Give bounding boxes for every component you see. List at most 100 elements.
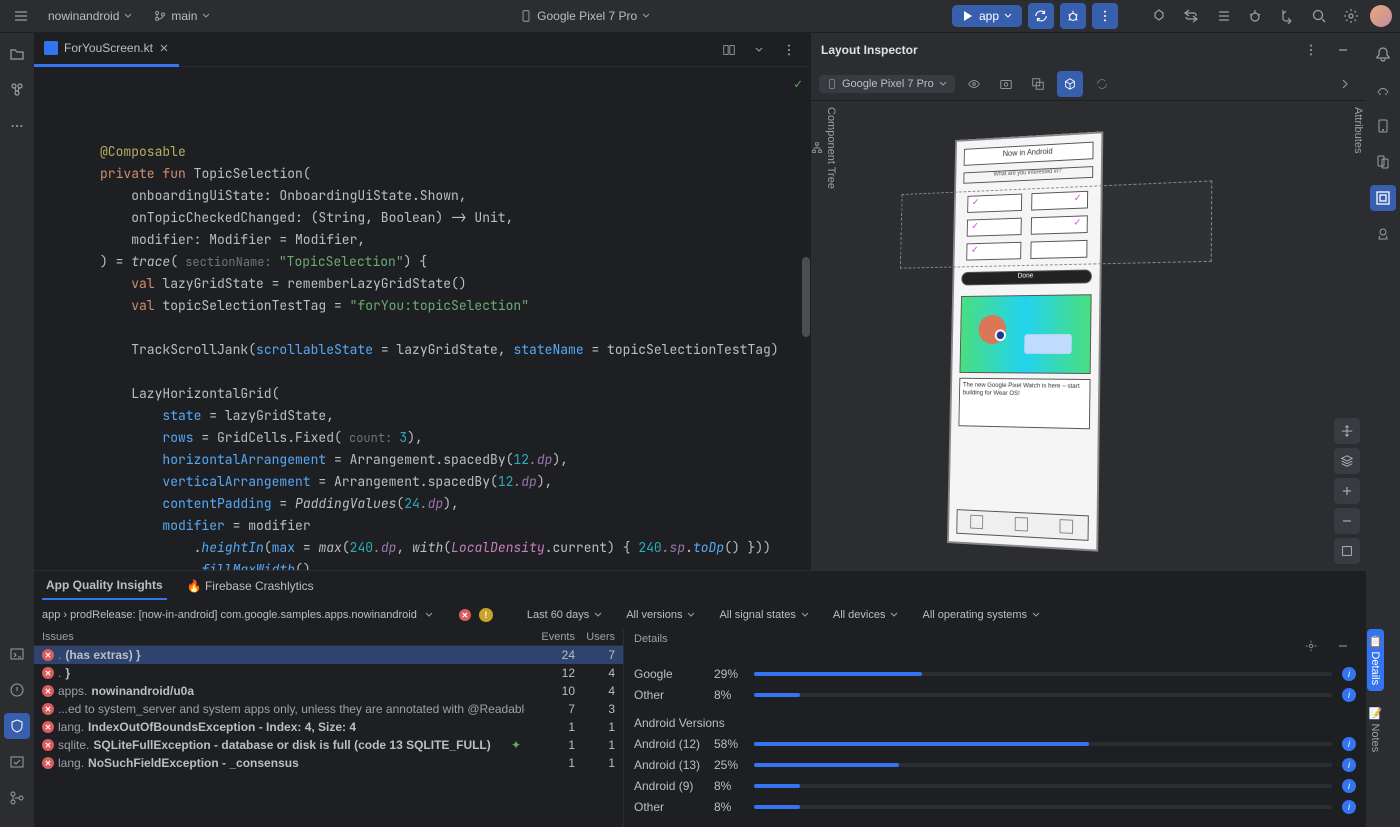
issue-row[interactable]: ✕. (has extras) }247 (34, 646, 623, 664)
info-icon[interactable]: i (1342, 800, 1356, 814)
module-breadcrumb[interactable]: app › prodRelease: [now-in-android] com.… (42, 609, 417, 621)
details-header: Details (634, 633, 668, 659)
detail-row: Other8%i (634, 796, 1356, 817)
avatar[interactable] (1370, 5, 1392, 27)
terminal-icon[interactable] (4, 641, 30, 667)
inspector-device-dropdown[interactable]: Google Pixel 7 Pro (819, 75, 955, 93)
run-button[interactable]: app (952, 5, 1022, 27)
info-icon[interactable]: i (1342, 758, 1356, 772)
info-icon[interactable]: i (1342, 688, 1356, 702)
more-button[interactable] (1092, 3, 1118, 29)
inspector-more-icon[interactable] (1298, 37, 1324, 63)
git-icon[interactable] (1274, 3, 1300, 29)
scrollbar[interactable] (802, 257, 810, 337)
os-filter[interactable]: All operating systems (914, 605, 1048, 625)
app-quality-tab[interactable]: App Quality Insights (42, 572, 167, 600)
search-icon[interactable] (1306, 3, 1332, 29)
version-control-icon[interactable] (4, 749, 30, 775)
hamburger-icon[interactable] (8, 3, 34, 29)
assistant-icon[interactable] (1370, 221, 1396, 247)
signals-filter[interactable]: All signal states (711, 605, 816, 625)
project-dropdown[interactable]: nowinandroid (40, 5, 140, 27)
info-icon[interactable]: i (1342, 737, 1356, 751)
details-sidetab[interactable]: 📋 Details (1367, 629, 1384, 691)
info-icon[interactable]: i (1342, 667, 1356, 681)
users-col-header: Users (575, 631, 615, 643)
info-icon[interactable]: i (1342, 779, 1356, 793)
detail-row: Android (13)25%i (634, 754, 1356, 775)
code-editor[interactable]: ✓ @Composable private fun TopicSelection… (34, 67, 810, 570)
code-with-me-icon[interactable] (1146, 3, 1172, 29)
attributes-tab[interactable]: Attributes (1350, 101, 1366, 159)
details-settings-icon[interactable] (1298, 633, 1324, 659)
fit-icon[interactable] (1334, 538, 1360, 564)
issues-pane: Issues Events Users ✕. (has extras) }247… (34, 629, 624, 827)
layers-icon[interactable] (1334, 448, 1360, 474)
error-filter-icon[interactable]: ✕ (459, 609, 471, 621)
minimize-icon[interactable] (1330, 37, 1356, 63)
issue-row[interactable]: ✕. }124 (34, 664, 623, 682)
split-icon[interactable] (716, 37, 742, 63)
close-icon[interactable] (159, 43, 169, 53)
warning-filter-icon[interactable]: ! (479, 608, 493, 622)
pan-icon[interactable] (1334, 418, 1360, 444)
dropdown-icon[interactable] (746, 37, 772, 63)
file-tab[interactable]: ForYouScreen.kt (34, 33, 179, 67)
issue-row[interactable]: ✕apps.nowinandroid/u0a104 (34, 682, 623, 700)
error-icon: ✕ (42, 739, 54, 751)
gradle-icon[interactable] (1370, 77, 1396, 103)
export-icon[interactable] (1025, 71, 1051, 97)
events-col-header: Events (525, 631, 575, 643)
app-quality-icon[interactable] (4, 713, 30, 739)
time-filter[interactable]: Last 60 days (519, 605, 610, 625)
device-name: Google Pixel 7 Pro (537, 9, 637, 23)
inspector-canvas[interactable]: Component Tree Attributes Now in Android… (811, 101, 1366, 570)
snapshot-icon[interactable] (993, 71, 1019, 97)
devices-filter[interactable]: All devices (825, 605, 907, 625)
detail-row: Google29%i (634, 663, 1356, 684)
issue-row[interactable]: ✕lang.NoSuchFieldException - _consensus1… (34, 754, 623, 772)
issue-row[interactable]: ✕sqlite.SQLiteFullException - database o… (34, 736, 623, 754)
refresh-button[interactable] (1028, 3, 1054, 29)
refresh-inspector-icon[interactable] (1089, 71, 1115, 97)
notes-sidetab[interactable]: 📝 Notes (1367, 701, 1384, 758)
component-tree-tab[interactable]: Component Tree (823, 101, 839, 195)
notifications-icon[interactable] (1370, 41, 1396, 67)
zoom-out-icon[interactable] (1334, 508, 1360, 534)
eye-icon[interactable] (961, 71, 987, 97)
branch-name: main (171, 9, 197, 23)
issue-row[interactable]: ✕lang.IndexOutOfBoundsException - Index:… (34, 718, 623, 736)
more-tool-icon[interactable] (4, 113, 30, 139)
error-icon: ✕ (42, 667, 54, 679)
emulator-icon[interactable] (1370, 113, 1396, 139)
tree-icon[interactable] (811, 142, 823, 154)
problems-icon[interactable] (4, 677, 30, 703)
chevron-right-icon[interactable] (1332, 71, 1358, 97)
versions-filter[interactable]: All versions (618, 605, 703, 625)
device-dropdown[interactable]: Google Pixel 7 Pro (512, 5, 658, 27)
issue-row[interactable]: ✕...ed to system_server and system apps … (34, 700, 623, 718)
right-toolbar (1366, 33, 1400, 570)
kotlin-file-icon (44, 41, 58, 55)
debug-button[interactable] (1060, 3, 1086, 29)
branch-dropdown[interactable]: main (146, 5, 218, 27)
details-minimize-icon[interactable] (1330, 633, 1356, 659)
zoom-in-icon[interactable] (1334, 478, 1360, 504)
git-bottom-icon[interactable] (4, 785, 30, 811)
crashlytics-tab[interactable]: 🔥 Firebase Crashlytics (183, 573, 318, 599)
project-tool-icon[interactable] (4, 41, 30, 67)
phone-3d-view[interactable]: Now in Android What are you interested i… (947, 123, 1244, 570)
device-manager-icon[interactable] (1370, 149, 1396, 175)
structure-tool-icon[interactable] (4, 77, 30, 103)
issues-col-header: Issues (42, 631, 525, 643)
settings-icon[interactable] (1338, 3, 1364, 29)
titlebar: nowinandroid main Google Pixel 7 Pro app (0, 0, 1400, 33)
sync-icon[interactable] (1178, 3, 1204, 29)
mode3d-icon[interactable] (1057, 71, 1083, 97)
layout-inspector-icon[interactable] (1370, 185, 1396, 211)
inspection-ok-icon: ✓ (794, 73, 802, 95)
error-icon: ✕ (42, 721, 54, 733)
tab-more-icon[interactable] (776, 37, 802, 63)
list-icon[interactable] (1210, 3, 1236, 29)
bug-icon[interactable] (1242, 3, 1268, 29)
